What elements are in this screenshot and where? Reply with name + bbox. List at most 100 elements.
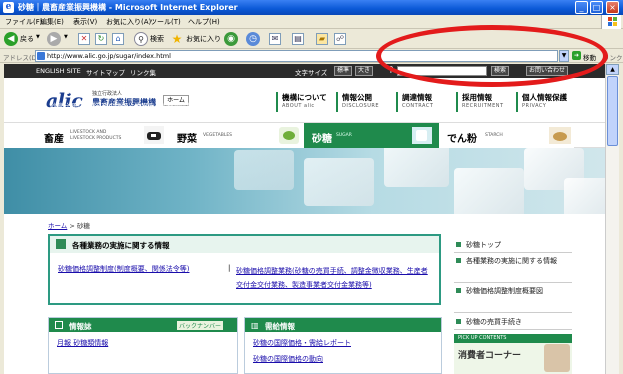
window-title: 砂糖｜農畜産業振興機構 - Microsoft Internet Explore… — [18, 3, 238, 12]
tab-sugar-en: SUGAR — [336, 133, 352, 138]
page-icon — [37, 52, 45, 60]
refresh-icon[interactable]: ↻ — [95, 33, 107, 45]
menu-tools[interactable]: ツール(T) — [150, 17, 181, 27]
sidenav-item-price-diagram[interactable]: 砂糖価格調整制度概要図 — [454, 286, 572, 313]
cow-icon — [144, 126, 164, 144]
sidenav-item-business-info[interactable]: 各種業務の実施に関する情報 — [454, 256, 572, 283]
forward-arrow-icon[interactable]: ▶ — [47, 32, 61, 46]
price-system-link[interactable]: 砂糖価格調整制度(制度概要、関係法令等) — [58, 264, 189, 274]
breadcrumb-separator: > — [69, 222, 75, 230]
nav-recruitment-label: 採用情報 — [462, 93, 492, 102]
pickup-title: 消費者コーナー — [458, 351, 522, 361]
ie-icon: e — [3, 2, 14, 13]
nav-privacy-label: 個人情報保護 — [522, 93, 567, 102]
forward-dropdown-icon[interactable]: ▼ — [64, 34, 68, 40]
english-site-link[interactable]: ENGLISH SITE — [36, 67, 81, 75]
magazine-title: 情報誌 — [69, 322, 92, 331]
nav-recruitment[interactable]: 採用情報 RECRUITMENT — [456, 92, 504, 112]
print-icon[interactable]: ▤ — [292, 33, 304, 45]
font-large-button[interactable]: 大き — [355, 66, 374, 76]
category-tabs: 畜産 LIVESTOCK AND LIVESTOCK PRODUCTS 野菜 V… — [4, 122, 619, 148]
sidenav-label: 砂糖トップ — [466, 241, 501, 249]
sidenav-label: 砂糖の売買手続き — [466, 318, 522, 326]
search-icon[interactable]: ⚲ — [134, 32, 148, 46]
search-label[interactable]: 検索 — [150, 34, 164, 44]
scroll-thumb[interactable] — [607, 76, 618, 146]
history-icon[interactable]: ◷ — [246, 32, 260, 46]
tab-livestock-en1: LIVESTOCK AND — [70, 130, 107, 135]
tab-livestock-en2: LIVESTOCK PRODUCTS — [70, 136, 122, 141]
tab-sugar-label: 砂糖 — [312, 134, 332, 145]
price-operations-label: 砂糖価格調整業務(砂糖の売買手続、調整金徴収業務、生産者交付金交付業務、製造事業… — [236, 267, 428, 289]
price-operations-link[interactable]: 砂糖価格調整業務(砂糖の売買手続、調整金徴収業務、生産者交付金交付業務、製造事業… — [236, 264, 431, 292]
intl-price-report-link[interactable]: 砂糖の国際価格・需給レポート — [253, 338, 351, 348]
nav-disclosure-label: 情報公開 — [342, 93, 372, 102]
tab-vegetables[interactable]: 野菜 VEGETABLES — [169, 123, 304, 148]
starch-icon — [549, 127, 571, 144]
window-title-bar[interactable]: e 砂糖｜農畜産業振興機構 - Microsoft Internet Explo… — [0, 0, 623, 15]
menu-help[interactable]: ヘルプ(H) — [188, 17, 220, 27]
bullet-icon — [456, 319, 461, 324]
folder-icon[interactable]: ▰ — [316, 33, 328, 45]
nav-disclosure-en: DISCLOSURE — [342, 103, 379, 109]
mail-icon[interactable]: ✉ — [269, 33, 281, 45]
backnumber-button[interactable]: バックナンバー — [177, 321, 224, 330]
bullet-icon — [456, 242, 461, 247]
close-button[interactable]: × — [606, 1, 619, 14]
scroll-up-icon[interactable]: ▲ — [606, 64, 619, 75]
link-collection-link[interactable]: リンク集 — [130, 67, 156, 77]
monthly-sugar-link[interactable]: 月報 砂糖類情報 — [57, 338, 108, 348]
tab-livestock[interactable]: 畜産 LIVESTOCK AND LIVESTOCK PRODUCTS — [4, 123, 169, 148]
breadcrumb-current: 砂糖 — [76, 222, 90, 230]
tab-sugar[interactable]: 砂糖 SUGAR — [304, 123, 439, 148]
menu-edit[interactable]: 編集(E) — [40, 17, 64, 27]
vertical-scrollbar[interactable]: ▲ — [605, 64, 619, 374]
nav-contract[interactable]: 調達情報 CONTRACT — [396, 92, 433, 112]
back-arrow-icon[interactable]: ◀ — [4, 32, 18, 46]
maximize-button[interactable]: □ — [590, 1, 603, 14]
stop-icon[interactable]: ✕ — [78, 33, 90, 45]
tab-starch[interactable]: でん粉 STARCH — [439, 123, 574, 148]
back-label[interactable]: 戻る — [20, 34, 34, 44]
address-url: http://www.alic.go.jp/sugar/index.html — [47, 52, 171, 60]
nav-privacy[interactable]: 個人情報保護 PRIVACY — [516, 92, 567, 112]
back-dropdown-icon[interactable]: ▼ — [36, 34, 40, 40]
messenger-icon[interactable]: ☍ — [334, 33, 346, 45]
favorites-star-icon[interactable]: ★ — [170, 32, 184, 46]
favorites-label[interactable]: お気に入り — [186, 34, 221, 44]
nav-recruitment-en: RECRUITMENT — [462, 103, 504, 109]
menu-file[interactable]: ファイル(F) — [5, 17, 43, 27]
menu-favorites[interactable]: お気に入り(A) — [106, 17, 151, 27]
supply-title: 需給情報 — [265, 322, 295, 331]
sidenav-label: 砂糖価格調整制度概要図 — [466, 287, 543, 295]
address-label: アドレス(D) — [3, 54, 40, 62]
font-size-label: 文字サイズ — [295, 69, 328, 77]
nav-about[interactable]: 機構について ABOUT alic — [276, 92, 327, 112]
org-type: 独立行政法人 — [92, 91, 123, 97]
sidenav-item-sugar-top[interactable]: 砂糖トップ — [454, 240, 572, 253]
nav-about-label: 機構について — [282, 93, 327, 102]
tab-vegetables-label: 野菜 — [177, 134, 197, 145]
panel-header: 各種業務の実施に関する情報 — [50, 236, 439, 253]
breadcrumb-home[interactable]: ホーム — [48, 222, 67, 230]
sidenav-item-trading[interactable]: 砂糖の売買手続き — [454, 317, 572, 330]
panel-bullet-icon — [56, 239, 66, 249]
sitemap-link[interactable]: サイトマップ — [86, 67, 125, 77]
pickup-banner[interactable]: PICK UP CONTENTS 消費者コーナー — [454, 334, 572, 374]
minimize-button[interactable]: _ — [575, 1, 588, 14]
home-icon[interactable]: ⌂ — [112, 33, 124, 45]
font-standard-button[interactable]: 標準 — [334, 66, 353, 76]
tab-vegetables-en: VEGETABLES — [203, 133, 233, 138]
hero-subtitle: 砂糖分野の各種業務の情報、情報誌「砂糖類情報」の記事、統計資料など — [50, 102, 265, 110]
menu-view[interactable]: 表示(V) — [73, 17, 97, 27]
tab-starch-en: STARCH — [485, 133, 503, 138]
nav-contract-en: CONTRACT — [402, 103, 434, 109]
tab-starch-label: でん粉 — [447, 134, 477, 145]
sidenav-label: 各種業務の実施に関する情報 — [466, 257, 557, 265]
chart-icon: ▥ — [251, 321, 259, 330]
book-icon — [55, 321, 63, 329]
nav-disclosure[interactable]: 情報公開 DISCLOSURE — [336, 92, 379, 112]
media-icon[interactable]: ◉ — [224, 32, 238, 46]
intl-price-trend-link[interactable]: 砂糖の国際価格の動向 — [253, 354, 323, 364]
tab-livestock-label: 畜産 — [44, 134, 64, 145]
